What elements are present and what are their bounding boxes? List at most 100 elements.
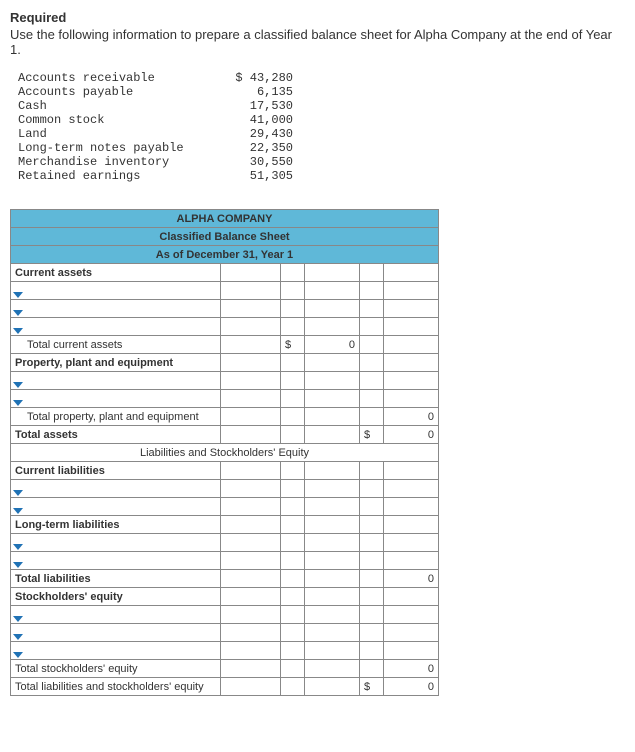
value-cell[interactable]: [384, 462, 439, 480]
cur-cell: [360, 660, 384, 678]
value-cell[interactable]: [221, 588, 281, 606]
account-dropdown[interactable]: [11, 534, 221, 552]
value-cell[interactable]: 0: [384, 660, 439, 678]
value-cell[interactable]: [305, 678, 360, 696]
value-cell[interactable]: [221, 462, 281, 480]
value-cell[interactable]: [221, 372, 281, 390]
value-cell[interactable]: [305, 606, 360, 624]
value-cell[interactable]: [384, 624, 439, 642]
value-cell[interactable]: [221, 606, 281, 624]
cur-cell: $: [281, 336, 305, 354]
value-cell[interactable]: [384, 552, 439, 570]
cur-cell: [360, 498, 384, 516]
value-cell[interactable]: [384, 300, 439, 318]
section-current-liabilities: Current liabilities: [11, 462, 221, 480]
value-cell[interactable]: [305, 264, 360, 282]
value-cell[interactable]: [221, 642, 281, 660]
value-cell[interactable]: [384, 498, 439, 516]
value-cell[interactable]: [384, 516, 439, 534]
value-cell[interactable]: 0: [384, 426, 439, 444]
value-cell[interactable]: [305, 660, 360, 678]
value-cell[interactable]: [305, 570, 360, 588]
value-cell[interactable]: [221, 336, 281, 354]
value-cell[interactable]: [305, 588, 360, 606]
value-cell[interactable]: [305, 426, 360, 444]
account-dropdown[interactable]: [11, 390, 221, 408]
value-cell[interactable]: [305, 282, 360, 300]
value-cell[interactable]: 0: [384, 678, 439, 696]
value-cell[interactable]: [305, 480, 360, 498]
chevron-down-icon: [13, 310, 23, 316]
account-label: Accounts payable: [18, 85, 218, 99]
value-cell[interactable]: [221, 516, 281, 534]
value-cell[interactable]: [305, 516, 360, 534]
value-cell[interactable]: [305, 498, 360, 516]
account-dropdown[interactable]: [11, 606, 221, 624]
cur-cell: [360, 642, 384, 660]
value-cell[interactable]: [305, 534, 360, 552]
account-dropdown[interactable]: [11, 282, 221, 300]
account-dropdown[interactable]: [11, 624, 221, 642]
value-cell[interactable]: [221, 552, 281, 570]
value-cell[interactable]: [305, 624, 360, 642]
value-cell[interactable]: [384, 390, 439, 408]
value-cell[interactable]: [221, 660, 281, 678]
value-cell[interactable]: [305, 354, 360, 372]
account-dropdown[interactable]: [11, 480, 221, 498]
value-cell[interactable]: [221, 678, 281, 696]
value-cell[interactable]: [384, 372, 439, 390]
value-cell[interactable]: [384, 354, 439, 372]
account-dropdown[interactable]: [11, 642, 221, 660]
value-cell[interactable]: [384, 318, 439, 336]
bs-header-company: ALPHA COMPANY: [11, 210, 439, 228]
value-cell[interactable]: 0: [305, 336, 360, 354]
value-cell[interactable]: [305, 552, 360, 570]
value-cell[interactable]: [221, 426, 281, 444]
chevron-down-icon: [13, 616, 23, 622]
value-cell[interactable]: [305, 642, 360, 660]
value-cell[interactable]: [221, 318, 281, 336]
row-total-stockholders-equity: Total stockholders' equity: [11, 660, 221, 678]
account-dropdown[interactable]: [11, 300, 221, 318]
value-cell[interactable]: [384, 282, 439, 300]
account-dropdown[interactable]: [11, 498, 221, 516]
chevron-down-icon: [13, 544, 23, 550]
value-cell[interactable]: [221, 624, 281, 642]
value-cell[interactable]: 0: [384, 570, 439, 588]
value-cell[interactable]: [221, 498, 281, 516]
liab-se-header: Liabilities and Stockholders' Equity: [11, 444, 439, 462]
account-label: Merchandise inventory: [18, 155, 218, 169]
value-cell[interactable]: [221, 534, 281, 552]
value-cell[interactable]: [305, 462, 360, 480]
value-cell[interactable]: [221, 390, 281, 408]
value-cell[interactable]: [384, 606, 439, 624]
value-cell[interactable]: [221, 408, 281, 426]
cur-cell: [360, 264, 384, 282]
value-cell[interactable]: [305, 372, 360, 390]
value-cell[interactable]: [221, 264, 281, 282]
account-dropdown[interactable]: [11, 552, 221, 570]
value-cell[interactable]: [384, 336, 439, 354]
account-dropdown[interactable]: [11, 318, 221, 336]
value-cell[interactable]: [305, 318, 360, 336]
value-cell[interactable]: [221, 300, 281, 318]
value-cell[interactable]: [384, 534, 439, 552]
value-cell[interactable]: [384, 480, 439, 498]
instructions-text: Use the following information to prepare…: [10, 27, 625, 57]
value-cell[interactable]: [305, 408, 360, 426]
section-current-assets: Current assets: [11, 264, 221, 282]
section-stockholders-equity: Stockholders' equity: [11, 588, 221, 606]
value-cell[interactable]: 0: [384, 408, 439, 426]
chevron-down-icon: [13, 634, 23, 640]
value-cell[interactable]: [384, 642, 439, 660]
value-cell[interactable]: [384, 588, 439, 606]
value-cell[interactable]: [221, 480, 281, 498]
cur-cell: [360, 336, 384, 354]
account-dropdown[interactable]: [11, 372, 221, 390]
value-cell[interactable]: [221, 354, 281, 372]
value-cell[interactable]: [305, 390, 360, 408]
value-cell[interactable]: [221, 570, 281, 588]
value-cell[interactable]: [384, 264, 439, 282]
value-cell[interactable]: [305, 300, 360, 318]
value-cell[interactable]: [221, 282, 281, 300]
